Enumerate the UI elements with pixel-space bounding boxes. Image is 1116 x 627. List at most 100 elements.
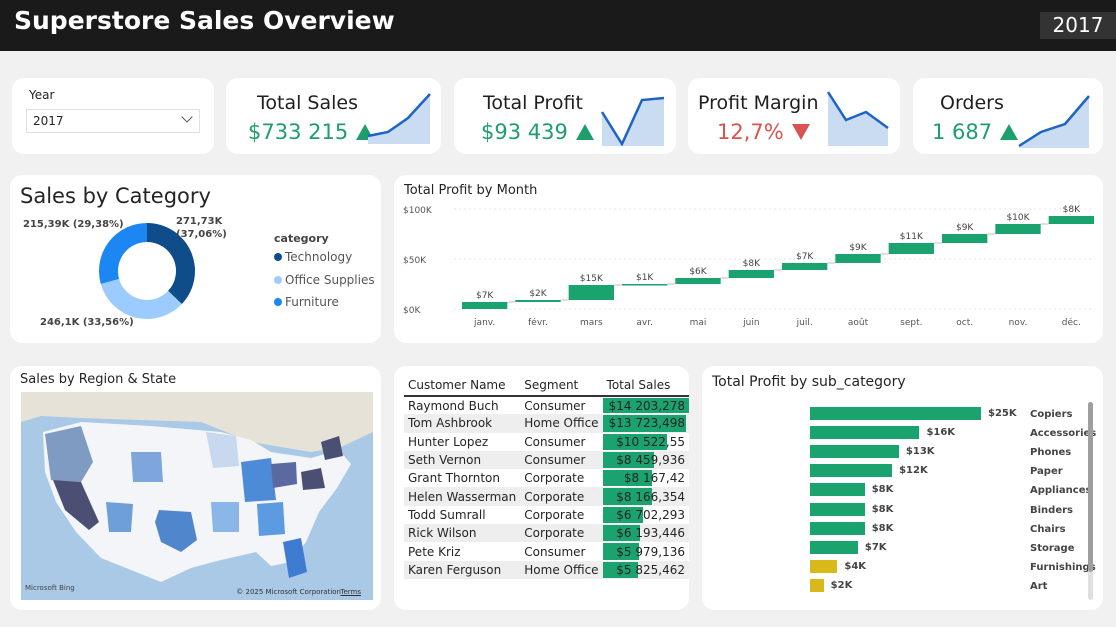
donut-label-technology: 271,73K (37,06%): [176, 216, 227, 240]
month-bar[interactable]: [675, 278, 721, 284]
subcategory-bar[interactable]: [810, 407, 981, 420]
bar-value-label: $8K: [871, 503, 894, 515]
legend-item-technology[interactable]: Technology: [274, 250, 352, 264]
bar-value-label: $7K: [864, 541, 887, 553]
kpi-value: $733 215: [248, 120, 375, 144]
sales-value: $14 203,278: [608, 398, 685, 413]
subcategory-bar[interactable]: [810, 464, 893, 478]
cell-segment: Home Office: [520, 560, 603, 579]
subcategory-bar[interactable]: [810, 578, 824, 592]
year-dropdown[interactable]: 2017: [26, 109, 200, 133]
customer-table-card: Customer Name Segment Total Sales Raymon…: [394, 366, 689, 610]
x-tick-label: mai: [690, 318, 707, 328]
subcategory-name: Accessories: [1030, 428, 1097, 440]
cell-customer-name: Seth Vernon: [404, 450, 521, 470]
chevron-down-icon[interactable]: [181, 111, 193, 123]
subcategory-bar[interactable]: [810, 426, 920, 440]
subcategory-bar[interactable]: [810, 445, 899, 459]
data-label: $7K: [796, 252, 814, 262]
table-row[interactable]: Raymond Buch Consumer $14 203,278: [404, 396, 689, 414]
kpi-label: Orders: [940, 92, 1004, 114]
cell-customer-name: Helen Wasserman: [404, 487, 521, 506]
donut-label-office-supplies: 246,1K (33,56%): [40, 317, 134, 328]
table-row[interactable]: Rick Wilson Corporate $6 193,446: [404, 524, 689, 543]
cell-customer-name: Hunter Lopez: [408, 434, 489, 449]
kpi-value: $93 439: [481, 120, 594, 144]
slice-furniture[interactable]: [99, 223, 147, 285]
legend-label: Technology: [285, 250, 353, 264]
kpi-value: 1 687: [932, 120, 1019, 144]
month-bar[interactable]: [995, 224, 1041, 234]
subcategory-bar[interactable]: [810, 521, 865, 535]
month-bar[interactable]: [515, 300, 561, 302]
kpi-value-text: 12,7%: [717, 120, 784, 144]
header-bar: Superstore Sales Overview 2017: [0, 0, 1116, 51]
map-view[interactable]: Microsoft Bing © 2025 Microsoft Corporat…: [21, 392, 373, 600]
cell-total-sales: $6 702,293: [602, 506, 689, 524]
customer-table: Customer Name Segment Total Sales Raymon…: [404, 374, 689, 579]
col-customer-name[interactable]: Customer Name: [404, 374, 521, 397]
bar-value-label: $4K: [844, 560, 867, 572]
bar-value-label: $13K: [905, 446, 935, 458]
sales-value: $8 459,936: [616, 453, 685, 468]
month-bar[interactable]: [1048, 216, 1094, 224]
cell-customer-name: Todd Sumrall: [408, 507, 486, 522]
kpi-total-sales: Total Sales $733 215: [226, 78, 441, 154]
subcategory-bar[interactable]: [810, 540, 858, 554]
table-row[interactable]: Karen Ferguson Home Office $5 825,462: [404, 560, 689, 579]
bar-value-label: $8K: [871, 484, 894, 496]
month-bar[interactable]: [622, 284, 668, 286]
subcategory-bar-chart[interactable]: $25K Copiers $16K Accessories $13K Phones $12K…: [702, 366, 1103, 610]
table-row[interactable]: Grant Thornton Corporate $8 167,42: [404, 469, 689, 487]
table-row[interactable]: Helen Wasserman Corporate $8 166,354: [404, 487, 689, 506]
cell-segment: Corporate: [524, 507, 585, 522]
legend-item-office-supplies[interactable]: Office Supplies: [274, 273, 375, 287]
subcategory-bar[interactable]: [810, 502, 865, 516]
col-segment[interactable]: Segment: [520, 374, 603, 397]
subcategory-name: Chairs: [1030, 523, 1066, 535]
month-bar[interactable]: [888, 243, 934, 254]
cell-customer-name: Rick Wilson: [404, 524, 521, 543]
map-card: Sales by Region & State Microsoft Bing ©…: [10, 366, 381, 610]
cell-segment: Corporate: [520, 487, 603, 506]
legend-label: Office Supplies: [285, 273, 375, 287]
sales-value: $10 522,55: [616, 434, 685, 449]
sales-value: $5 825,462: [616, 562, 685, 577]
legend-item-furniture[interactable]: Furniture: [274, 295, 339, 309]
x-tick-label: mars: [580, 318, 603, 328]
table-row[interactable]: Pete Kriz Consumer $5 979,136: [404, 542, 689, 560]
subcategory-bar[interactable]: [810, 559, 838, 573]
sales-value: $5 979,136: [616, 544, 685, 559]
kpi-label: Total Profit: [483, 92, 583, 114]
table-row[interactable]: Hunter Lopez Consumer $10 522,55: [404, 433, 689, 451]
month-bar[interactable]: [568, 285, 614, 300]
table-row[interactable]: Tom Ashbrook Home Office $13 723,498: [404, 414, 689, 433]
cell-total-sales: $14 203,278: [602, 396, 689, 414]
donut-label-furniture: 215,39K (29,38%): [23, 219, 124, 230]
x-tick-label: déc.: [1062, 317, 1081, 328]
data-label: $1K: [636, 273, 654, 283]
legend-title: category: [274, 232, 329, 245]
col-total-sales[interactable]: Total Sales: [602, 374, 689, 397]
subcategory-bar[interactable]: [810, 483, 865, 497]
scrollbar[interactable]: [1088, 402, 1093, 600]
cell-customer-name: Tom Ashbrook: [404, 414, 521, 433]
scrollbar-thumb[interactable]: [1088, 402, 1093, 572]
sales-by-category-card: Sales by Category 215,39K (29,38%) 271,7…: [10, 175, 381, 343]
month-bar[interactable]: [728, 270, 774, 278]
map-terms-link[interactable]: Terms: [340, 588, 361, 596]
profit-by-month-chart[interactable]: $100K $50K $0K $7K janv. $2K févr. $15K mars $1K a…: [394, 200, 1103, 330]
y-tick-label: $0K: [403, 306, 421, 316]
bar-value-label: $16K: [926, 427, 956, 439]
table-row[interactable]: Todd Sumrall Corporate $6 702,293: [404, 506, 689, 524]
month-bar[interactable]: [462, 302, 508, 309]
slice-office-supplies[interactable]: [100, 278, 182, 319]
month-bar[interactable]: [835, 254, 881, 263]
x-tick-label: juin: [742, 318, 759, 328]
kpi-value-text: $93 439: [481, 120, 568, 144]
subcategory-name: Art: [1030, 580, 1048, 592]
table-row[interactable]: Seth Vernon Consumer $8 459,936: [404, 450, 689, 470]
sales-value: $8 166,354: [616, 489, 685, 504]
month-bar[interactable]: [942, 234, 988, 243]
month-bar[interactable]: [782, 263, 828, 270]
